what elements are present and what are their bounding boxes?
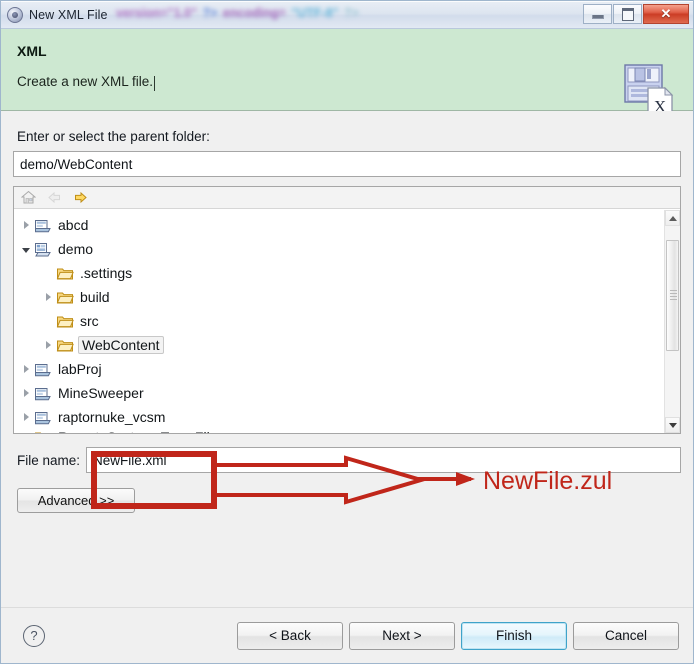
xml-file-icon bbox=[7, 6, 23, 23]
text-caret bbox=[154, 76, 156, 91]
tree-item-label: .settings bbox=[80, 265, 133, 281]
new-xml-file-dialog: New XML File version="1.0" ?> encoding= … bbox=[0, 0, 694, 664]
twisty-expand-icon[interactable] bbox=[18, 361, 34, 377]
dialog-body: Enter or select the parent folder: demo/… bbox=[1, 111, 693, 609]
folder-icon bbox=[56, 265, 74, 281]
page-title: XML bbox=[17, 43, 47, 59]
tree-item-remotesystemstempfiles[interactable]: RemoteSystemsTempFiles bbox=[14, 429, 664, 433]
project-closed-icon bbox=[34, 409, 52, 425]
tree-item-label: labProj bbox=[58, 361, 102, 377]
tree-item-raptornuke-vcsm[interactable]: raptornuke_vcsm bbox=[14, 405, 664, 429]
twisty-collapse-icon[interactable] bbox=[18, 241, 34, 257]
project-open-icon bbox=[34, 241, 52, 257]
ghost-fragment: version="1.0" bbox=[116, 6, 197, 20]
vertical-scrollbar[interactable] bbox=[664, 210, 680, 433]
project-closed-icon bbox=[34, 361, 52, 377]
help-icon[interactable]: ? bbox=[23, 624, 45, 647]
tree-item-label: abcd bbox=[58, 217, 89, 233]
tree-item-webcontent[interactable]: WebContent bbox=[14, 333, 664, 357]
window-controls: ✕ bbox=[582, 3, 689, 25]
tree-item-label: WebContent bbox=[78, 336, 164, 354]
back-arrow-icon bbox=[46, 189, 63, 206]
ghost-fragment: ?> bbox=[202, 6, 218, 20]
file-name-input[interactable] bbox=[86, 447, 681, 473]
scrollbar-thumb[interactable] bbox=[666, 239, 679, 352]
project-closed-icon bbox=[34, 385, 52, 401]
tree-item-label: RemoteSystemsTempFiles bbox=[56, 429, 227, 433]
parent-folder-label: Enter or select the parent folder: bbox=[17, 129, 210, 144]
dialog-footer: ? < Back Next > Finish Cancel bbox=[1, 607, 693, 663]
minimize-button[interactable] bbox=[583, 4, 612, 24]
tree-item-label: src bbox=[80, 313, 99, 329]
file-name-label: File name: bbox=[17, 452, 81, 468]
twisty-expand-icon[interactable] bbox=[18, 385, 34, 401]
cancel-button[interactable]: Cancel bbox=[573, 621, 679, 650]
page-description: Create a new XML file. bbox=[17, 74, 154, 89]
folder-icon bbox=[56, 313, 74, 329]
tree-item--settings[interactable]: .settings bbox=[14, 261, 664, 285]
forward-arrow-icon[interactable] bbox=[72, 189, 89, 206]
title-bar: New XML File version="1.0" ?> encoding= … bbox=[1, 1, 693, 29]
back-button[interactable]: < Back bbox=[237, 621, 343, 650]
file-name-row: File name: bbox=[13, 446, 681, 474]
tree-item-build[interactable]: build bbox=[14, 285, 664, 309]
twisty-expand-icon[interactable] bbox=[18, 217, 34, 233]
tree-item-minesweeper[interactable]: MineSweeper bbox=[14, 381, 664, 405]
page-description-row: Create a new XML file. bbox=[17, 74, 679, 91]
tree-item-label: MineSweeper bbox=[58, 385, 144, 401]
next-button[interactable]: Next > bbox=[349, 621, 455, 650]
ghost-fragment: encoding= bbox=[222, 6, 286, 20]
project-closed-icon bbox=[34, 217, 52, 233]
maximize-button[interactable] bbox=[613, 4, 642, 24]
ghost-fragment: "UTF-8" bbox=[291, 6, 339, 20]
twisty-expand-icon[interactable] bbox=[40, 289, 56, 305]
ghost-fragment: ?> bbox=[344, 6, 359, 20]
home-icon[interactable] bbox=[20, 189, 37, 206]
folder-icon bbox=[34, 429, 52, 433]
folder-tree[interactable]: abcd demo .settings build src WebContent labPr… bbox=[14, 210, 664, 433]
scroll-down-button[interactable] bbox=[665, 417, 680, 433]
finish-button[interactable]: Finish bbox=[461, 621, 567, 650]
folder-tree-viewer: abcd demo .settings build src WebContent labPr… bbox=[13, 186, 681, 434]
tree-item-label: raptornuke_vcsm bbox=[58, 409, 166, 425]
folder-icon bbox=[56, 337, 74, 353]
twisty-expand-icon[interactable] bbox=[18, 409, 34, 425]
wizard-header: XML Create a new XML file. X bbox=[1, 29, 693, 118]
tree-item-labproj[interactable]: labProj bbox=[14, 357, 664, 381]
window-title: New XML File bbox=[29, 7, 108, 22]
advanced-button[interactable]: Advanced >> bbox=[17, 488, 135, 513]
background-window-ghost-text: version="1.0" ?> encoding= "UTF-8" ?> bbox=[116, 6, 361, 20]
tree-item-label: build bbox=[80, 289, 110, 305]
tree-item-demo[interactable]: demo bbox=[14, 237, 664, 261]
tree-item-label: demo bbox=[58, 241, 94, 257]
tree-toolbar bbox=[14, 187, 680, 209]
footer-buttons: < Back Next > Finish Cancel bbox=[237, 621, 679, 650]
tree-item-src[interactable]: src bbox=[14, 309, 664, 333]
close-button[interactable]: ✕ bbox=[643, 4, 689, 24]
parent-folder-input[interactable] bbox=[13, 151, 681, 177]
tree-item-abcd[interactable]: abcd bbox=[14, 213, 664, 237]
folder-icon bbox=[56, 289, 74, 305]
scroll-up-button[interactable] bbox=[665, 210, 680, 226]
twisty-expand-icon[interactable] bbox=[40, 337, 56, 353]
